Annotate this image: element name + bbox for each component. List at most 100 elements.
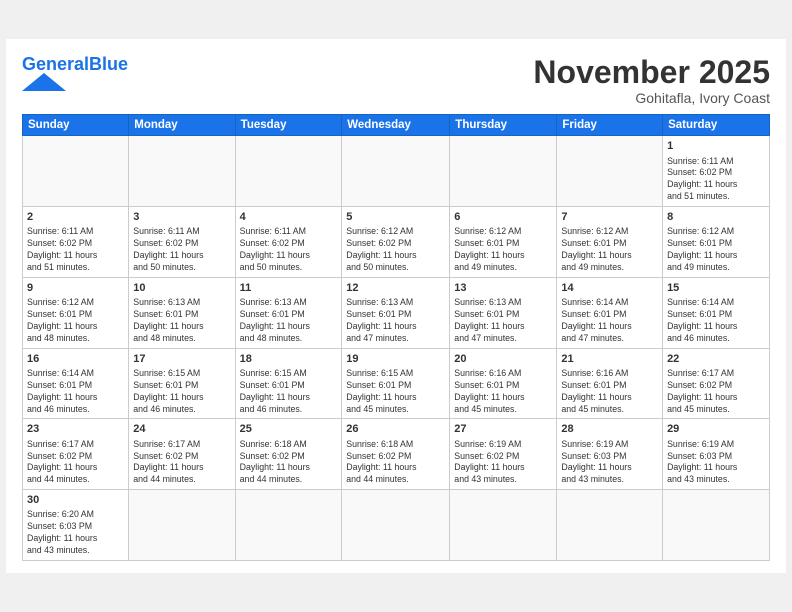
day-cell bbox=[450, 490, 557, 561]
day-info: Sunrise: 6:12 AM Sunset: 6:01 PM Dayligh… bbox=[667, 226, 765, 274]
day-number: 11 bbox=[240, 281, 338, 295]
day-info: Sunrise: 6:13 AM Sunset: 6:01 PM Dayligh… bbox=[454, 297, 552, 345]
week-row-3: 9 Sunrise: 6:12 AM Sunset: 6:01 PM Daylig… bbox=[23, 277, 770, 348]
day-info: Sunrise: 6:12 AM Sunset: 6:01 PM Dayligh… bbox=[27, 297, 124, 345]
day-number: 17 bbox=[133, 352, 230, 366]
day-cell: 19 Sunrise: 6:15 AM Sunset: 6:01 PM Dayli… bbox=[342, 348, 450, 419]
weekday-sunday: Sunday bbox=[23, 115, 129, 136]
day-number: 27 bbox=[454, 422, 552, 436]
day-cell: 4 Sunrise: 6:11 AM Sunset: 6:02 PM Daylig… bbox=[235, 207, 342, 278]
week-row-1: 1 Sunrise: 6:11 AM Sunset: 6:02 PM Daylig… bbox=[23, 136, 770, 207]
weekday-saturday: Saturday bbox=[663, 115, 770, 136]
day-number: 6 bbox=[454, 210, 552, 224]
day-info: Sunrise: 6:17 AM Sunset: 6:02 PM Dayligh… bbox=[27, 439, 124, 487]
day-info: Sunrise: 6:11 AM Sunset: 6:02 PM Dayligh… bbox=[133, 226, 230, 274]
day-cell: 21Sunrise: 6:16 AM Sunset: 6:01 PM Dayli… bbox=[557, 348, 663, 419]
month-title: November 2025 bbox=[533, 55, 770, 90]
day-cell bbox=[663, 490, 770, 561]
day-number: 13 bbox=[454, 281, 552, 295]
day-cell: 6 Sunrise: 6:12 AM Sunset: 6:01 PM Daylig… bbox=[450, 207, 557, 278]
day-number: 24 bbox=[133, 422, 230, 436]
day-info: Sunrise: 6:13 AM Sunset: 6:01 PM Dayligh… bbox=[133, 297, 230, 345]
week-row-5: 23 Sunrise: 6:17 AM Sunset: 6:02 PM Dayli… bbox=[23, 419, 770, 490]
day-cell bbox=[557, 490, 663, 561]
day-info: Sunrise: 6:15 AM Sunset: 6:01 PM Dayligh… bbox=[240, 368, 338, 416]
day-number: 12 bbox=[346, 281, 445, 295]
day-info: Sunrise: 6:12 AM Sunset: 6:02 PM Dayligh… bbox=[346, 226, 445, 274]
day-info: Sunrise: 6:12 AM Sunset: 6:01 PM Dayligh… bbox=[561, 226, 658, 274]
day-cell: 15Sunrise: 6:14 AM Sunset: 6:01 PM Dayli… bbox=[663, 277, 770, 348]
calendar-page: GeneralBlue November 2025 Gohitafla, Ivo… bbox=[6, 39, 786, 573]
day-info: Sunrise: 6:11 AM Sunset: 6:02 PM Dayligh… bbox=[240, 226, 338, 274]
day-info: Sunrise: 6:19 AM Sunset: 6:03 PM Dayligh… bbox=[561, 439, 658, 487]
day-cell bbox=[235, 490, 342, 561]
day-number: 30 bbox=[27, 493, 124, 507]
day-cell: 20Sunrise: 6:16 AM Sunset: 6:01 PM Dayli… bbox=[450, 348, 557, 419]
day-info: Sunrise: 6:18 AM Sunset: 6:02 PM Dayligh… bbox=[240, 439, 338, 487]
day-info: Sunrise: 6:16 AM Sunset: 6:01 PM Dayligh… bbox=[454, 368, 552, 416]
day-info: Sunrise: 6:11 AM Sunset: 6:02 PM Dayligh… bbox=[667, 156, 765, 204]
day-cell: 8 Sunrise: 6:12 AM Sunset: 6:01 PM Daylig… bbox=[663, 207, 770, 278]
day-info: Sunrise: 6:13 AM Sunset: 6:01 PM Dayligh… bbox=[346, 297, 445, 345]
day-info: Sunrise: 6:17 AM Sunset: 6:02 PM Dayligh… bbox=[667, 368, 765, 416]
logo-blue: Blue bbox=[89, 54, 128, 74]
day-number: 19 bbox=[346, 352, 445, 366]
day-number: 29 bbox=[667, 422, 765, 436]
week-row-4: 16 Sunrise: 6:14 AM Sunset: 6:01 PM Dayli… bbox=[23, 348, 770, 419]
weekday-thursday: Thursday bbox=[450, 115, 557, 136]
week-row-2: 2Sunrise: 6:11 AM Sunset: 6:02 PM Daylig… bbox=[23, 207, 770, 278]
day-info: Sunrise: 6:13 AM Sunset: 6:01 PM Dayligh… bbox=[240, 297, 338, 345]
day-info: Sunrise: 6:19 AM Sunset: 6:03 PM Dayligh… bbox=[667, 439, 765, 487]
day-cell bbox=[450, 136, 557, 207]
day-cell: 22Sunrise: 6:17 AM Sunset: 6:02 PM Dayli… bbox=[663, 348, 770, 419]
day-info: Sunrise: 6:15 AM Sunset: 6:01 PM Dayligh… bbox=[133, 368, 230, 416]
weekday-friday: Friday bbox=[557, 115, 663, 136]
day-info: Sunrise: 6:20 AM Sunset: 6:03 PM Dayligh… bbox=[27, 509, 124, 557]
day-info: Sunrise: 6:14 AM Sunset: 6:01 PM Dayligh… bbox=[27, 368, 124, 416]
day-cell: 11 Sunrise: 6:13 AM Sunset: 6:01 PM Dayli… bbox=[235, 277, 342, 348]
location: Gohitafla, Ivory Coast bbox=[533, 90, 770, 106]
day-number: 10 bbox=[133, 281, 230, 295]
day-number: 5 bbox=[346, 210, 445, 224]
page-header: GeneralBlue November 2025 Gohitafla, Ivo… bbox=[22, 55, 770, 106]
day-cell: 13 Sunrise: 6:13 AM Sunset: 6:01 PM Dayli… bbox=[450, 277, 557, 348]
day-number: 7 bbox=[561, 210, 658, 224]
day-number: 8 bbox=[667, 210, 765, 224]
day-number: 4 bbox=[240, 210, 338, 224]
day-cell: 26Sunrise: 6:18 AM Sunset: 6:02 PM Dayli… bbox=[342, 419, 450, 490]
day-cell: 30 Sunrise: 6:20 AM Sunset: 6:03 PM Dayli… bbox=[23, 490, 129, 561]
day-info: Sunrise: 6:12 AM Sunset: 6:01 PM Dayligh… bbox=[454, 226, 552, 274]
logo-general: General bbox=[22, 54, 89, 74]
day-number: 9 bbox=[27, 281, 124, 295]
day-number: 23 bbox=[27, 422, 124, 436]
week-row-6: 30 Sunrise: 6:20 AM Sunset: 6:03 PM Dayli… bbox=[23, 490, 770, 561]
day-cell: 5 Sunrise: 6:12 AM Sunset: 6:02 PM Daylig… bbox=[342, 207, 450, 278]
day-info: Sunrise: 6:14 AM Sunset: 6:01 PM Dayligh… bbox=[561, 297, 658, 345]
day-number: 28 bbox=[561, 422, 658, 436]
day-number: 3 bbox=[133, 210, 230, 224]
weekday-header-row: SundayMondayTuesdayWednesdayThursdayFrid… bbox=[23, 115, 770, 136]
day-cell: 7 Sunrise: 6:12 AM Sunset: 6:01 PM Daylig… bbox=[557, 207, 663, 278]
day-cell bbox=[129, 136, 235, 207]
title-block: November 2025 Gohitafla, Ivory Coast bbox=[533, 55, 770, 106]
day-cell: 3 Sunrise: 6:11 AM Sunset: 6:02 PM Daylig… bbox=[129, 207, 235, 278]
day-cell: 23 Sunrise: 6:17 AM Sunset: 6:02 PM Dayli… bbox=[23, 419, 129, 490]
day-cell: 10 Sunrise: 6:13 AM Sunset: 6:01 PM Dayli… bbox=[129, 277, 235, 348]
day-cell bbox=[557, 136, 663, 207]
day-info: Sunrise: 6:19 AM Sunset: 6:02 PM Dayligh… bbox=[454, 439, 552, 487]
day-number: 1 bbox=[667, 139, 765, 153]
day-cell bbox=[235, 136, 342, 207]
day-info: Sunrise: 6:15 AM Sunset: 6:01 PM Dayligh… bbox=[346, 368, 445, 416]
day-info: Sunrise: 6:11 AM Sunset: 6:02 PM Dayligh… bbox=[27, 226, 124, 274]
calendar-table: SundayMondayTuesdayWednesdayThursdayFrid… bbox=[22, 114, 770, 561]
day-info: Sunrise: 6:16 AM Sunset: 6:01 PM Dayligh… bbox=[561, 368, 658, 416]
day-cell: 9 Sunrise: 6:12 AM Sunset: 6:01 PM Daylig… bbox=[23, 277, 129, 348]
day-cell bbox=[23, 136, 129, 207]
day-cell bbox=[129, 490, 235, 561]
day-number: 16 bbox=[27, 352, 124, 366]
weekday-wednesday: Wednesday bbox=[342, 115, 450, 136]
day-info: Sunrise: 6:18 AM Sunset: 6:02 PM Dayligh… bbox=[346, 439, 445, 487]
day-info: Sunrise: 6:14 AM Sunset: 6:01 PM Dayligh… bbox=[667, 297, 765, 345]
day-number: 18 bbox=[240, 352, 338, 366]
day-cell: 2Sunrise: 6:11 AM Sunset: 6:02 PM Daylig… bbox=[23, 207, 129, 278]
